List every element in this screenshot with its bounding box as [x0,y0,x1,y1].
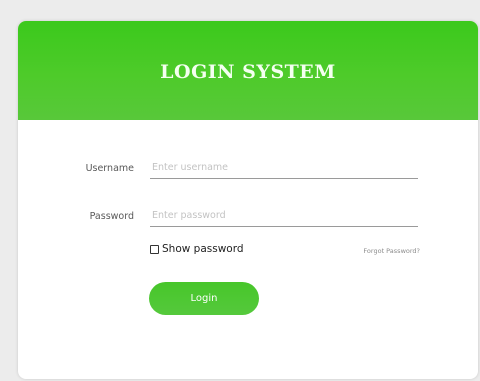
login-card: LOGIN SYSTEM Username Password Show pass… [18,21,478,379]
username-label: Username [85,163,134,174]
show-password-toggle[interactable]: Show password [150,243,244,255]
password-label: Password [89,211,134,222]
password-input[interactable] [150,205,418,227]
login-button[interactable]: Login [149,282,259,315]
username-input[interactable] [150,157,418,179]
page-title: LOGIN SYSTEM [160,61,336,83]
login-header: LOGIN SYSTEM [18,21,478,120]
forgot-password-link[interactable]: Forgot Password? [338,247,420,255]
show-password-label: Show password [162,243,244,255]
show-password-checkbox[interactable] [150,244,159,254]
